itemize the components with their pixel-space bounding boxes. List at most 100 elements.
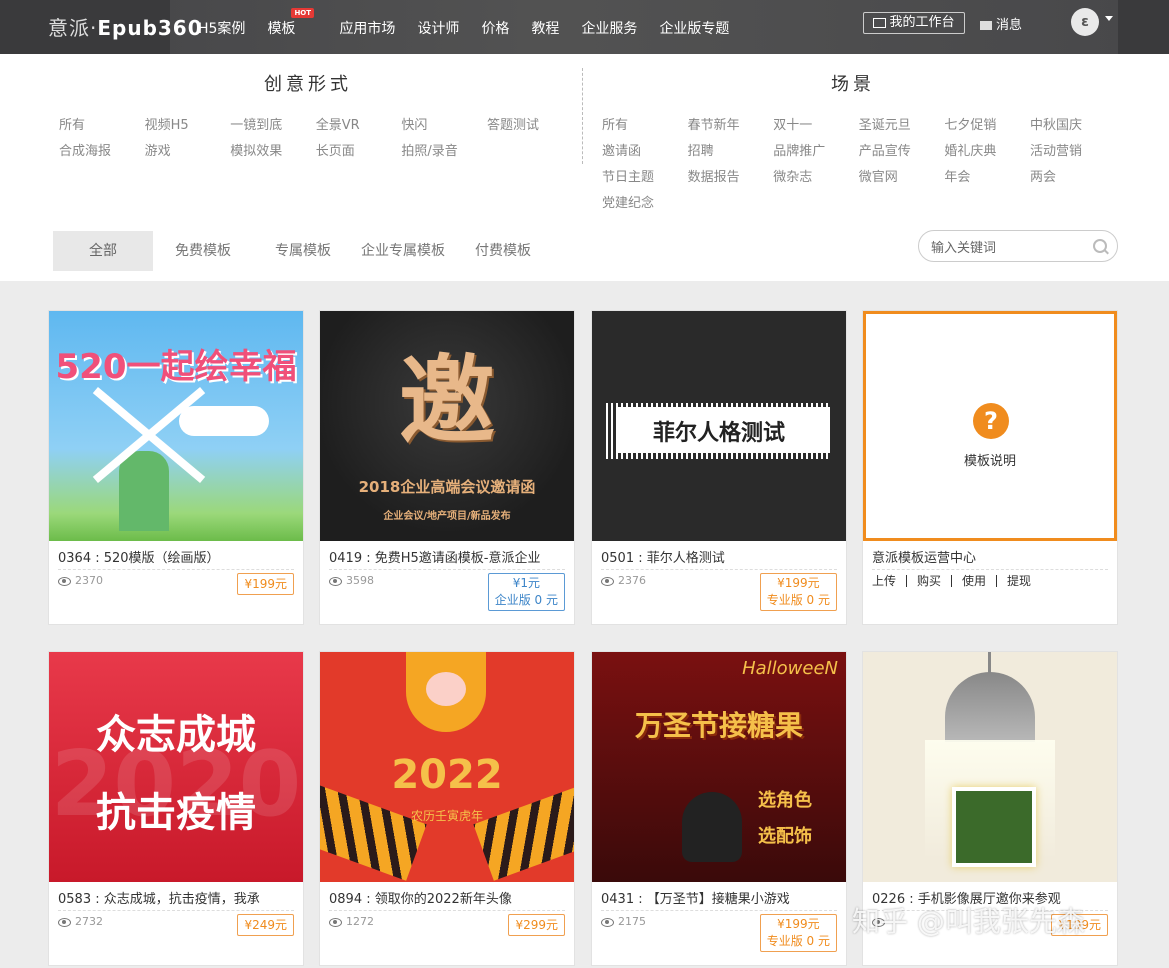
nav-tutorials[interactable]: 教程	[531, 18, 559, 38]
buy-link[interactable]: 购买	[907, 575, 953, 587]
nav-pricing[interactable]: 价格	[481, 18, 509, 38]
eye-icon	[58, 576, 71, 586]
scene-filter-item[interactable]: 党建纪念	[602, 196, 688, 212]
nav-enterprise-services[interactable]: 企业服务	[581, 18, 637, 38]
thumb-title: 万圣节接糖果	[634, 709, 803, 742]
nav-templates[interactable]: 模板 HOT	[267, 8, 317, 38]
scene-filter-item[interactable]: 婚礼庆典	[944, 144, 1030, 160]
tab-paid[interactable]: 付费模板	[453, 231, 553, 271]
view-count: 2370	[58, 574, 103, 587]
nav-h5-cases[interactable]: H5案例	[198, 18, 245, 38]
eye-icon	[329, 917, 342, 927]
scene-filter-item[interactable]: 微杂志	[773, 170, 859, 186]
form-filter-item[interactable]: 一镜到底	[230, 118, 316, 134]
price-badge[interactable]: ¥249元	[237, 914, 294, 936]
logo-cn: 意派	[48, 16, 90, 40]
nav-app-market[interactable]: 应用市场	[339, 18, 395, 38]
template-thumbnail[interactable]: 2022 农历壬寅虎年	[320, 652, 574, 882]
scene-filter-item[interactable]: 春节新年	[688, 118, 774, 134]
eye-icon	[58, 917, 71, 927]
workspace-button[interactable]: 我的工作台	[863, 12, 965, 34]
template-title[interactable]: 0431 : 【万圣节】接糖果小游戏	[601, 888, 837, 911]
price-badge[interactable]: ¥199元 专业版 0 元	[759, 573, 837, 611]
view-count-value: 3598	[346, 574, 374, 587]
template-thumbnail[interactable]: 菲尔人格测试	[592, 311, 846, 541]
messages-label: 消息	[996, 18, 1023, 33]
eye-icon	[601, 576, 614, 586]
price-badge[interactable]: ¥1元 企业版 0 元	[487, 573, 565, 611]
tab-enterprise-exclusive[interactable]: 企业专属模板	[353, 231, 453, 271]
tab-all[interactable]: 全部	[53, 231, 153, 271]
search-input[interactable]: 输入关键词	[918, 230, 1118, 262]
template-card[interactable]: 菲尔人格测试 0501 : 菲尔人格测试 2376 ¥199元 专业版 0 元	[591, 310, 847, 625]
template-card[interactable]: 2020 众志成城 抗击疫情 0583 : 众志成城，抗击疫情，我承 2732 …	[48, 651, 304, 966]
avatar[interactable]: ε	[1071, 8, 1099, 36]
paw-pad	[426, 672, 466, 706]
scene-filter-list: 所有 春节新年 双十一 圣诞元旦 七夕促销 中秋国庆 邀请函 招聘 品牌推广 产…	[602, 118, 1116, 212]
chevron-down-icon[interactable]	[1105, 16, 1113, 21]
form-filter-item[interactable]: 快闪	[401, 118, 487, 134]
template-card[interactable]: 520一起绘幸福 0364 : 520模版（绘画版） 2370 ¥199元	[48, 310, 304, 625]
scene-filter-item[interactable]: 品牌推广	[773, 144, 859, 160]
template-title[interactable]: 0364 : 520模版（绘画版）	[58, 547, 294, 570]
upload-link[interactable]: 上传	[872, 575, 908, 587]
form-filter-item[interactable]: 长页面	[316, 144, 402, 160]
nav-designers[interactable]: 设计师	[417, 18, 459, 38]
ops-center-title[interactable]: 意派模板运营中心	[872, 547, 1108, 570]
template-thumbnail[interactable]: HalloweeN 万圣节接糖果 选角色 选配饰	[592, 652, 846, 882]
template-thumbnail[interactable]: 520一起绘幸福	[49, 311, 303, 541]
form-filter-item[interactable]: 拍照/录音	[401, 144, 487, 160]
form-filter-item[interactable]: 模拟效果	[230, 144, 316, 160]
price-badge[interactable]: ¥199元	[237, 573, 294, 595]
hot-badge: HOT	[291, 8, 315, 18]
template-card[interactable]: 2022 农历壬寅虎年 0894 : 领取你的2022新年头像 1272 ¥29…	[319, 651, 575, 966]
scene-filter-item[interactable]: 数据报告	[688, 170, 774, 186]
scene-filter-item[interactable]: 双十一	[773, 118, 859, 134]
logo[interactable]: 意派·Epub360	[48, 12, 203, 41]
scene-filter-item[interactable]: 中秋国庆	[1030, 118, 1116, 134]
thumb-title: 菲尔人格测试	[652, 421, 785, 446]
form-filter-item[interactable]: 合成海报	[59, 144, 145, 160]
scene-filter-item[interactable]: 年会	[944, 170, 1030, 186]
template-card[interactable]: 邀 2018企业高端会议邀请函 企业会议/地产项目/新品发布 0419 : 免费…	[319, 310, 575, 625]
template-title[interactable]: 0583 : 众志成城，抗击疫情，我承	[58, 888, 294, 911]
form-filter-item[interactable]: 游戏	[145, 144, 231, 160]
nav-enterprise-topics[interactable]: 企业版专题	[659, 18, 729, 38]
scene-filter-item[interactable]: 产品宣传	[859, 144, 945, 160]
scene-filter-item[interactable]: 招聘	[688, 144, 774, 160]
messages-link[interactable]: 消息	[980, 14, 1022, 33]
price-badge[interactable]: ¥199元 专业版 0 元	[759, 914, 837, 952]
scene-filter-item[interactable]: 圣诞元旦	[859, 118, 945, 134]
template-title[interactable]: 0501 : 菲尔人格测试	[601, 547, 837, 570]
form-filter-item[interactable]: 全景VR	[316, 118, 402, 134]
scene-filter-item[interactable]: 所有	[602, 118, 688, 134]
question-icon[interactable]: ?	[973, 403, 1009, 439]
template-title[interactable]: 0419 : 免费H5邀请函模板-意派企业	[329, 547, 565, 570]
eye-icon	[329, 576, 342, 586]
tab-free[interactable]: 免费模板	[153, 231, 253, 271]
ops-actions: 上传 购买 使用 提现	[872, 575, 1041, 587]
workspace-label: 我的工作台	[889, 15, 955, 30]
scene-filter-item[interactable]: 节日主题	[602, 170, 688, 186]
thumb-big-char: 邀	[399, 345, 495, 457]
scene-filter-item[interactable]: 邀请函	[602, 144, 688, 160]
template-thumbnail[interactable]	[863, 652, 1117, 882]
form-filter-item[interactable]: 答题测试	[487, 118, 573, 134]
scene-filter-item[interactable]: 微官网	[859, 170, 945, 186]
withdraw-link[interactable]: 提现	[997, 575, 1041, 587]
template-help-panel[interactable]: ? 模板说明	[863, 311, 1117, 541]
template-thumbnail[interactable]: 邀 2018企业高端会议邀请函 企业会议/地产项目/新品发布	[320, 311, 574, 541]
form-filter-item[interactable]: 所有	[59, 118, 145, 134]
watermark: 知乎 @叫我张先森	[852, 905, 1085, 938]
tab-exclusive[interactable]: 专属模板	[253, 231, 353, 271]
form-filter-item[interactable]: 视频H5	[145, 118, 231, 134]
template-card[interactable]: HalloweeN 万圣节接糖果 选角色 选配饰 0431 : 【万圣节】接糖果…	[591, 651, 847, 966]
scene-filter-item[interactable]: 两会	[1030, 170, 1116, 186]
template-title[interactable]: 0894 : 领取你的2022新年头像	[329, 888, 565, 911]
template-thumbnail[interactable]: 2020 众志成城 抗击疫情	[49, 652, 303, 882]
search-icon[interactable]	[1093, 239, 1107, 253]
price-badge[interactable]: ¥299元	[508, 914, 565, 936]
use-link[interactable]: 使用	[952, 575, 998, 587]
scene-filter-item[interactable]: 活动营销	[1030, 144, 1116, 160]
scene-filter-item[interactable]: 七夕促销	[944, 118, 1030, 134]
